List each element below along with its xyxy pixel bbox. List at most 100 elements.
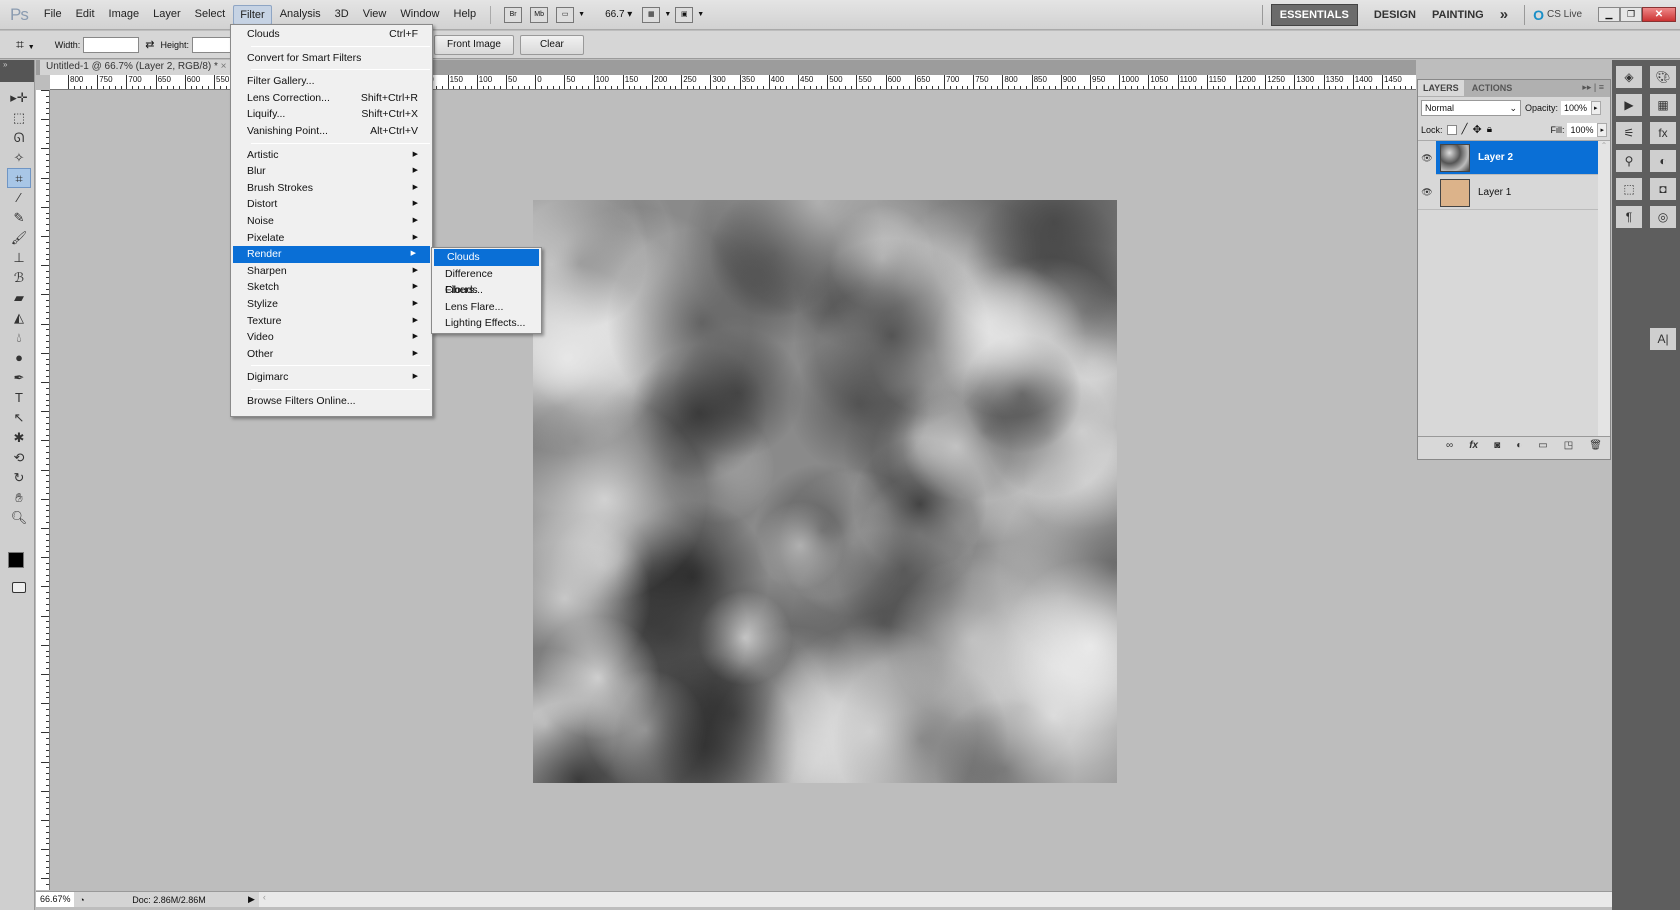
- menu-analysis[interactable]: Analysis: [274, 5, 327, 25]
- quick-mask-icon[interactable]: [12, 582, 26, 593]
- menu-item-vanishing-point[interactable]: Vanishing Point... Alt+Ctrl+V: [231, 123, 432, 140]
- brushes-panel-icon[interactable]: ◐: [1650, 150, 1676, 172]
- styles-panel-icon[interactable]: fx: [1650, 122, 1676, 144]
- menu-window[interactable]: Window: [394, 5, 445, 25]
- quick-selection-tool-icon[interactable]: ✧: [7, 148, 31, 168]
- front-image-button[interactable]: Front Image: [433, 34, 514, 55]
- menu-item-artistic[interactable]: Artistic ▶: [231, 147, 432, 164]
- adjustments-panel-icon[interactable]: ⚟: [1616, 122, 1642, 144]
- document-tab[interactable]: Untitled-1 @ 66.7% (Layer 2, RGB/8) * ×: [40, 60, 236, 75]
- layer-row-layer-2[interactable]: 👁︎ Layer 2: [1418, 140, 1598, 175]
- tab-layers[interactable]: LAYERS: [1418, 80, 1464, 96]
- menu-item-lens-correction[interactable]: Lens Correction... Shift+Ctrl+R: [231, 90, 432, 107]
- history-brush-tool-icon[interactable]: ℬ: [7, 268, 31, 288]
- close-window-button[interactable]: ✕: [1642, 7, 1676, 22]
- menu-item-stylize[interactable]: Stylize ▶: [231, 296, 432, 313]
- workspace-painting[interactable]: PAINTING: [1424, 5, 1492, 25]
- swatches-panel-icon[interactable]: ▦: [1650, 94, 1676, 116]
- menu-item-brush-strokes[interactable]: Brush Strokes ▶: [231, 180, 432, 197]
- menu-item-other[interactable]: Other ▶: [231, 346, 432, 363]
- character-panel-icon[interactable]: A|: [1650, 328, 1676, 350]
- menu-item-sharpen[interactable]: Sharpen ▶: [231, 263, 432, 280]
- vertical-ruler[interactable]: [36, 90, 50, 890]
- 3d-orbit-tool-icon[interactable]: ↻: [7, 468, 31, 488]
- zoom-tool-icon[interactable]: 🔍︎: [7, 508, 31, 528]
- minimize-button[interactable]: ▁: [1598, 7, 1620, 22]
- marquee-tool-icon[interactable]: ⬚: [7, 108, 31, 128]
- menu-item-distort[interactable]: Distort ▶: [231, 196, 432, 213]
- lock-image-icon[interactable]: ╱: [1462, 124, 1468, 135]
- opacity-input[interactable]: 100%: [1561, 101, 1592, 115]
- 3d-panel-icon[interactable]: ⬚: [1616, 178, 1642, 200]
- move-tool-icon[interactable]: ▸✛: [7, 88, 31, 108]
- clone-source-panel-icon[interactable]: ◘: [1650, 178, 1676, 200]
- width-input[interactable]: [83, 36, 140, 53]
- menu-3d[interactable]: 3D: [329, 5, 355, 25]
- layer-name[interactable]: Layer 1: [1478, 187, 1511, 198]
- hand-tool-icon[interactable]: ✋︎: [7, 488, 31, 508]
- clear-button[interactable]: Clear: [519, 34, 584, 55]
- navigator-panel-icon[interactable]: ◎: [1650, 206, 1676, 228]
- fill-slider-arrow[interactable]: ▸: [1597, 122, 1607, 137]
- dodge-tool-icon[interactable]: ●: [7, 348, 31, 368]
- paragraph-panel-icon[interactable]: ¶: [1616, 206, 1642, 228]
- menu-item-blur[interactable]: Blur ▶: [231, 163, 432, 180]
- layers-scrollbar[interactable]: ⌃: [1598, 141, 1610, 436]
- blur-tool-icon[interactable]: 💧︎: [7, 328, 31, 348]
- menu-view[interactable]: View: [357, 5, 393, 25]
- bridge-icon[interactable]: Br: [504, 6, 523, 23]
- zoom-field[interactable]: 66.67%: [36, 892, 74, 907]
- menu-file[interactable]: File: [38, 5, 68, 25]
- crop-tool-icon[interactable]: ⌗: [7, 168, 31, 188]
- submenu-item-fibers[interactable]: Fibers...: [432, 282, 541, 299]
- submenu-item-lighting-effects[interactable]: Lighting Effects...: [432, 315, 541, 332]
- menu-item-video[interactable]: Video ▶: [231, 329, 432, 346]
- layer-row-layer-1[interactable]: 👁︎ Layer 1: [1418, 176, 1598, 210]
- menu-layer[interactable]: Layer: [147, 5, 187, 25]
- zoom-level-dropdown[interactable]: 66.7 ▾: [605, 9, 632, 20]
- menu-item-render[interactable]: Render ▶: [233, 246, 430, 263]
- channels-panel-icon[interactable]: ▶: [1616, 94, 1642, 116]
- menu-edit[interactable]: Edit: [70, 5, 101, 25]
- document-canvas-clouds[interactable]: [533, 200, 1117, 783]
- horizontal-scrollbar[interactable]: ‹: [258, 892, 1612, 907]
- menu-item-pixelate[interactable]: Pixelate ▶: [231, 230, 432, 247]
- submenu-item-clouds[interactable]: Clouds: [434, 249, 539, 266]
- lasso-tool-icon[interactable]: ᘏ: [7, 128, 31, 148]
- add-mask-icon[interactable]: ◙: [1494, 440, 1500, 451]
- foreground-color-swatch[interactable]: [8, 552, 24, 568]
- eyedropper-tool-icon[interactable]: ⁄: [7, 188, 31, 208]
- paint-bucket-tool-icon[interactable]: ◭: [7, 308, 31, 328]
- menu-image[interactable]: Image: [103, 5, 146, 25]
- path-selection-tool-icon[interactable]: ↖: [7, 408, 31, 428]
- layer-name[interactable]: Layer 2: [1478, 152, 1513, 163]
- menu-item-clouds[interactable]: Clouds Ctrl+F: [231, 26, 432, 43]
- submenu-item-difference-clouds[interactable]: Difference Clouds: [432, 266, 541, 297]
- menu-item-sketch[interactable]: Sketch ▶: [231, 279, 432, 296]
- lock-transparent-icon[interactable]: [1446, 124, 1457, 135]
- close-tab-icon[interactable]: ×: [221, 61, 227, 72]
- masks-panel-icon[interactable]: ⚲: [1616, 150, 1642, 172]
- status-menu-arrow[interactable]: ▶: [248, 894, 255, 905]
- menu-item-digimarc[interactable]: Digimarc ▶: [231, 369, 432, 386]
- layers-panel-icon[interactable]: ◈: [1616, 66, 1642, 88]
- new-layer-icon[interactable]: ◳: [1564, 440, 1573, 451]
- swap-icon[interactable]: ⇄: [145, 38, 154, 51]
- screen-mode-icon[interactable]: ▣: [675, 6, 694, 23]
- clone-stamp-tool-icon[interactable]: ⊥: [7, 248, 31, 268]
- menu-filter[interactable]: Filter: [233, 4, 272, 25]
- blend-mode-select[interactable]: Normal ⌄: [1421, 100, 1521, 116]
- 3d-rotate-tool-icon[interactable]: ⟲: [7, 448, 31, 468]
- healing-brush-tool-icon[interactable]: ✎: [7, 208, 31, 228]
- tab-actions[interactable]: ACTIONS: [1467, 80, 1518, 96]
- menu-item-convert-for-smart-filters[interactable]: Convert for Smart Filters: [231, 50, 432, 67]
- link-layers-icon[interactable]: ∞: [1446, 440, 1453, 451]
- lock-all-icon[interactable]: 🔒︎: [1487, 124, 1492, 135]
- adjustment-layer-icon[interactable]: ◐: [1516, 440, 1522, 451]
- visibility-eye-icon[interactable]: 👁︎: [1418, 140, 1436, 175]
- opacity-slider-arrow[interactable]: ▸: [1591, 101, 1601, 115]
- color-panel-icon[interactable]: 🎨︎: [1650, 66, 1676, 88]
- workspace-design[interactable]: DESIGN: [1366, 5, 1424, 25]
- menu-help[interactable]: Help: [448, 5, 483, 25]
- new-group-icon[interactable]: ▭: [1538, 440, 1547, 451]
